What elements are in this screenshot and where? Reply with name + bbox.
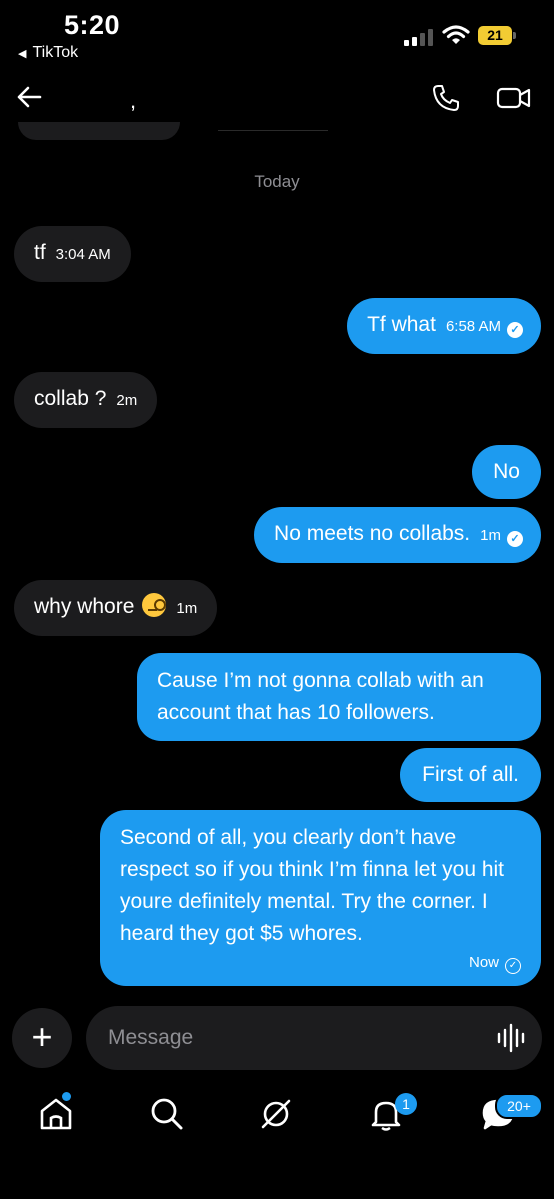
- message-time: Now: [468, 954, 499, 971]
- wifi-icon: [442, 25, 470, 44]
- voice-message-icon[interactable]: [496, 1022, 526, 1054]
- message-text: Second of all, you clearly don’t have re…: [120, 826, 505, 945]
- message-time: 3:04 AM: [55, 246, 111, 263]
- read-check-icon: ✓: [507, 531, 523, 547]
- back-triangle-icon: ◀: [18, 47, 27, 60]
- video-call-icon[interactable]: [496, 84, 532, 112]
- message-text: Cause I’m not gonna collab with an accou…: [157, 669, 484, 724]
- face-with-monocle-emoji-icon: [142, 593, 167, 617]
- message-text: collab ?: [34, 387, 107, 410]
- phone-call-icon[interactable]: [430, 82, 462, 114]
- message-text: No: [493, 460, 520, 483]
- message-text: tf: [34, 241, 46, 264]
- explore-icon[interactable]: [258, 1096, 294, 1132]
- message-status: Now ✓: [120, 952, 521, 974]
- date-separator: Today: [254, 172, 300, 191]
- message-text: No meets no collabs.: [274, 522, 471, 545]
- message-bubble-outgoing[interactable]: Second of all, you clearly don’t have re…: [100, 810, 541, 986]
- add-attachment-button[interactable]: +: [12, 1008, 72, 1068]
- message-bubble-incoming[interactable]: why whore 1m: [14, 580, 218, 636]
- contact-name[interactable]: ,: [130, 88, 136, 114]
- plus-icon: +: [31, 1016, 53, 1057]
- message-time: 6:58 AM: [445, 318, 501, 335]
- message-bubble-outgoing[interactable]: Tf what 6:58 AM ✓: [347, 298, 541, 354]
- message-input[interactable]: [86, 1006, 542, 1070]
- message-text: First of all.: [422, 763, 519, 786]
- back-arrow-icon[interactable]: [14, 82, 44, 112]
- message-bubble-outgoing[interactable]: No: [472, 445, 541, 499]
- message-time: 1m: [480, 527, 501, 544]
- message-time: 1m: [176, 600, 198, 617]
- home-icon[interactable]: [38, 1096, 74, 1132]
- message-bubble-incoming[interactable]: collab ? 2m: [14, 372, 158, 428]
- message-text: why whore: [34, 595, 135, 618]
- home-notification-dot: [62, 1092, 71, 1101]
- message-bubble-outgoing[interactable]: Cause I’m not gonna collab with an accou…: [137, 653, 541, 741]
- search-icon[interactable]: [149, 1096, 185, 1132]
- read-check-icon: ✓: [507, 322, 523, 338]
- battery-nub: [513, 32, 516, 39]
- back-app-label: TikTok: [32, 44, 79, 61]
- message-bubble-incoming[interactable]: tf 3:04 AM: [14, 226, 131, 282]
- back-to-app-link[interactable]: ◀ TikTok: [18, 44, 78, 62]
- message-bubble-outgoing[interactable]: No meets no collabs. 1m ✓: [254, 507, 541, 563]
- sent-check-icon: ✓: [505, 958, 521, 974]
- cellular-signal-icon: [404, 28, 434, 46]
- messages-badge: 20+: [495, 1093, 543, 1119]
- message-text: Tf what: [367, 313, 436, 336]
- previous-message-edge: [218, 122, 328, 131]
- message-bubble-outgoing[interactable]: First of all.: [400, 748, 541, 802]
- message-time: 2m: [116, 392, 138, 409]
- notifications-badge: 1: [395, 1093, 417, 1115]
- battery-indicator: 21: [478, 26, 512, 45]
- previous-message-bubble-edge: [18, 122, 180, 140]
- status-time: 5:20: [64, 10, 121, 40]
